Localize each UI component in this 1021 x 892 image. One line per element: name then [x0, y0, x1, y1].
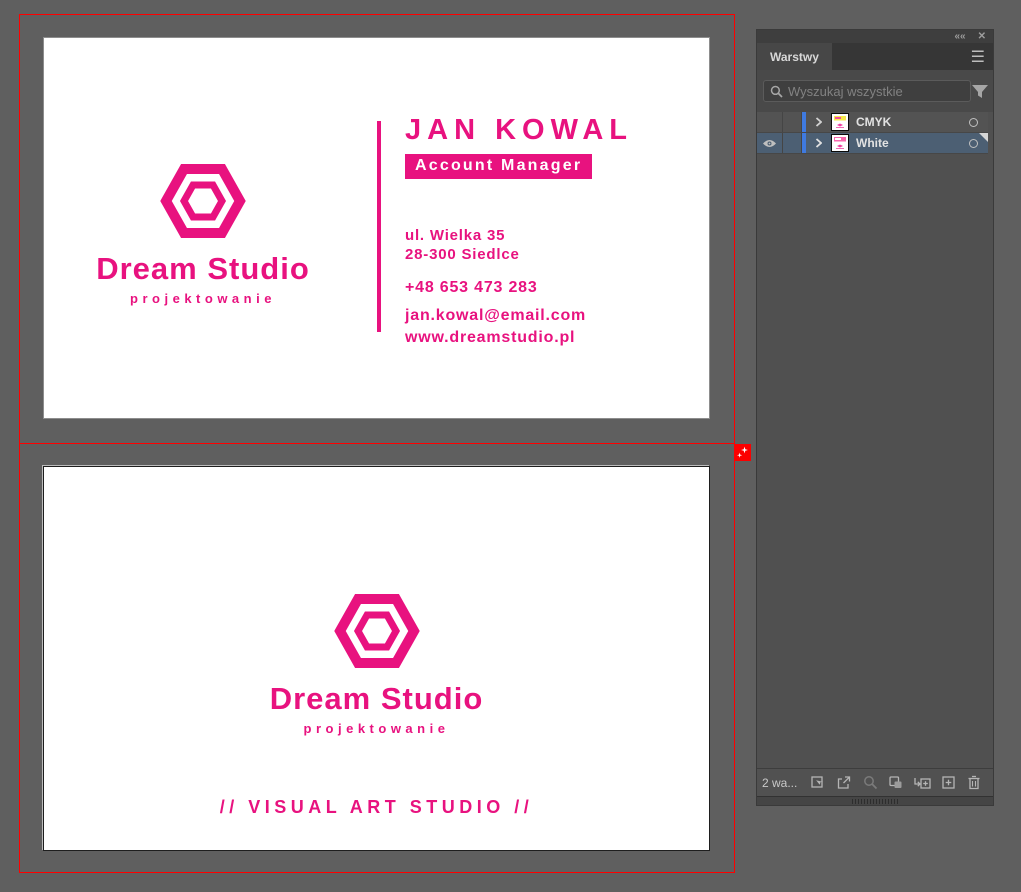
selection-corner-icon	[979, 133, 988, 142]
logo-block: Dream Studio projektowanie	[44, 164, 362, 306]
brand-name: Dream Studio	[44, 251, 362, 287]
filter-funnel-icon	[971, 84, 989, 99]
address-line-1: ul. Wielka 35	[405, 226, 633, 245]
panel-menu-icon[interactable]: ☰	[971, 43, 993, 70]
layer-thumbnail	[831, 134, 849, 152]
panel-topbar: «« ✕	[757, 30, 993, 43]
search-box[interactable]	[763, 80, 971, 102]
visibility-toggle[interactable]	[757, 112, 783, 132]
person-name: JAN KOWAL	[405, 114, 633, 147]
lock-toggle[interactable]	[783, 112, 802, 132]
email-address: jan.kowal@email.com	[405, 305, 633, 327]
grip-dots	[852, 799, 898, 804]
layer-count-status: 2 wa...	[762, 776, 797, 790]
logo-block: Dream Studio projektowanie	[44, 594, 709, 736]
business-card-back[interactable]: Dream Studio projektowanie // VISUAL ART…	[43, 466, 710, 851]
brand-name: Dream Studio	[44, 681, 709, 717]
panel-body: CMYK	[757, 70, 993, 768]
visibility-toggle[interactable]	[757, 133, 783, 153]
delete-button[interactable]	[961, 775, 987, 790]
search-icon	[770, 85, 783, 98]
eye-icon	[762, 139, 777, 148]
make-clipping-mask-button[interactable]	[883, 775, 909, 790]
tab-layers[interactable]: Warstwy	[757, 43, 832, 70]
card-divider-line	[377, 121, 381, 332]
hexagon-logo-icon	[334, 594, 420, 668]
close-panel-icon[interactable]: ✕	[978, 32, 986, 42]
layer-thumbnail	[831, 113, 849, 131]
new-layer-button[interactable]	[935, 775, 961, 790]
lock-toggle[interactable]	[783, 133, 802, 153]
brand-subtitle: projektowanie	[44, 291, 362, 306]
layers-panel: «« ✕ Warstwy ☰	[757, 30, 993, 805]
tagline-text: // VISUAL ART STUDIO //	[44, 797, 709, 818]
business-card-front[interactable]: Dream Studio projektowanie JAN KOWAL Acc…	[43, 37, 710, 419]
locate-object-button[interactable]	[805, 775, 831, 790]
expand-chevron-icon[interactable]	[806, 117, 826, 127]
phone-number: +48 653 473 283	[405, 279, 633, 297]
sparkle-icon	[734, 444, 751, 461]
filter-button[interactable]	[971, 84, 989, 99]
layer-row-cmyk[interactable]: CMYK	[757, 112, 988, 133]
layer-name[interactable]: CMYK	[856, 115, 958, 129]
layer-list: CMYK	[757, 112, 988, 154]
search-row	[757, 70, 993, 112]
layer-row-white[interactable]: White	[757, 133, 988, 154]
search-button[interactable]	[857, 775, 883, 790]
target-circle-icon	[969, 139, 978, 148]
expand-chevron-icon[interactable]	[806, 138, 826, 148]
website-url: www.dreamstudio.pl	[405, 327, 633, 349]
search-input[interactable]	[788, 84, 964, 99]
collect-for-export-button[interactable]	[831, 775, 857, 790]
new-sublayer-button[interactable]	[909, 775, 935, 790]
panel-footer: 2 wa...	[757, 768, 993, 796]
address-line-2: 28-300 Siedlce	[405, 245, 633, 264]
overlap-warning-badge[interactable]	[734, 444, 751, 461]
collapse-panels-icon[interactable]: ««	[954, 32, 965, 42]
role-badge: Account Manager	[405, 154, 592, 179]
brand-subtitle: projektowanie	[44, 721, 709, 736]
panel-resize-grip[interactable]	[757, 796, 993, 805]
contact-block: JAN KOWAL Account Manager ul. Wielka 35 …	[405, 114, 633, 349]
target-circle-icon	[969, 118, 978, 127]
target-button[interactable]	[958, 118, 988, 127]
layer-name[interactable]: White	[856, 136, 958, 150]
hexagon-logo-icon	[160, 164, 246, 238]
panel-tabbar: Warstwy ☰	[757, 43, 993, 70]
